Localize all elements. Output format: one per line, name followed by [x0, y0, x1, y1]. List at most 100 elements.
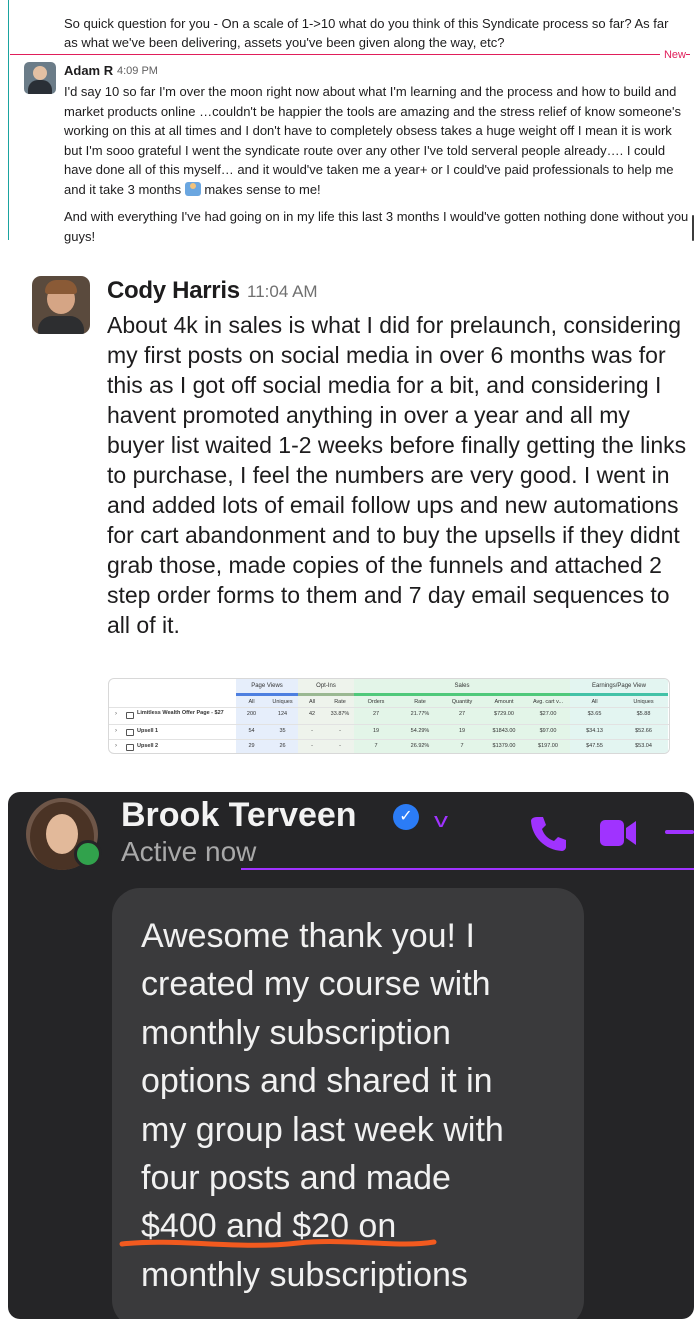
column-header[interactable]: All — [570, 699, 619, 705]
table-cell: - — [339, 743, 341, 749]
table-cell: 27 — [458, 711, 466, 717]
sales-bar — [354, 693, 570, 696]
column-header[interactable]: Rate — [398, 699, 442, 705]
mail-icon — [126, 712, 134, 719]
table-cell: 7 — [374, 743, 378, 749]
message-line: four posts and made — [141, 1159, 451, 1198]
message-line: monthly subscription — [141, 1013, 451, 1052]
question-message: So quick question for you - On a scale o… — [64, 16, 669, 50]
table-cell: $47.55 — [586, 743, 603, 749]
table-row[interactable]: › Upsell 2 29 26 - - 7 26.92% 7 $1379.00… — [109, 740, 669, 753]
header-underline — [241, 868, 694, 870]
table-cell: 42 — [308, 711, 316, 717]
messenger-chat: Brook Terveen ✓ v Active now Awesome tha… — [8, 792, 694, 1319]
table-row[interactable]: › Limitless Wealth Offer Page - $27 200 … — [109, 708, 669, 724]
earnings-bar — [570, 693, 668, 696]
new-messages-divider — [10, 54, 690, 55]
table-cell: - — [311, 743, 313, 749]
author-name[interactable]: Cody Harris — [107, 277, 240, 305]
scrollbar[interactable] — [692, 215, 694, 241]
message-line: options and shared it in — [141, 1062, 493, 1101]
column-header[interactable]: Orders — [354, 699, 398, 705]
table-cell: 35 — [279, 728, 286, 734]
table-cell: $729.00 — [494, 711, 514, 717]
new-messages-label: New — [659, 49, 686, 61]
column-header[interactable]: All — [236, 699, 267, 705]
table-cell: 19 — [372, 728, 380, 734]
column-header[interactable]: All — [298, 699, 326, 705]
table-cell: 26 — [279, 743, 286, 749]
row-label: Upsell 2 — [137, 743, 159, 749]
verified-badge-icon: ✓ — [393, 804, 419, 830]
author-name[interactable]: Adam R — [64, 63, 113, 78]
opt-ins-bar — [298, 693, 354, 696]
table-cell: $197.00 — [538, 743, 558, 749]
expand-chevron-icon[interactable]: › — [115, 743, 117, 749]
table-cell: $1379.00 — [492, 743, 516, 749]
message-body: I'd say 10 so far I'm over the moon righ… — [64, 82, 689, 254]
message-text: makes sense to me! — [204, 181, 321, 197]
table-cell: 26.92% — [410, 743, 430, 749]
group-header-opt-ins: Opt-Ins — [316, 683, 336, 689]
group-header-sales: Sales — [454, 683, 470, 689]
message-text: I'd say 10 so far I'm over the moon righ… — [64, 84, 682, 197]
message-line: monthly subscriptions — [141, 1255, 468, 1294]
table-cell: $1843.00 — [492, 728, 516, 734]
avatar[interactable] — [32, 276, 90, 334]
column-header[interactable]: Uniques — [619, 699, 668, 705]
video-call-icon[interactable] — [598, 814, 638, 852]
table-cell: $53.04 — [635, 743, 652, 749]
message-timestamp[interactable]: 11:04 AM — [247, 282, 318, 302]
thread-rule — [8, 0, 9, 240]
row-label: Limitless Wealth Offer Page - $27 — [137, 710, 224, 716]
message-paragraph: And with everything I've had going on in… — [64, 209, 689, 244]
table-cell: $34.13 — [586, 728, 603, 734]
row-label: Upsell 1 — [137, 728, 159, 734]
chevron-down-icon[interactable]: v — [434, 810, 448, 833]
table-cell: 7 — [460, 743, 464, 749]
mail-icon — [126, 729, 134, 736]
online-status-dot — [74, 840, 102, 868]
table-cell: - — [339, 728, 341, 734]
more-options-icon[interactable] — [665, 830, 694, 834]
table-cell: 54.29% — [410, 728, 430, 734]
message-line: my group last week with — [141, 1110, 504, 1149]
message-timestamp[interactable]: 4:09 PM — [117, 65, 158, 77]
message-line: Awesome thank you! I — [141, 917, 475, 955]
group-header-page-views: Page Views — [251, 683, 283, 689]
column-header[interactable]: Avg. cart v... — [526, 699, 570, 705]
expand-chevron-icon[interactable]: › — [115, 728, 117, 734]
expand-chevron-icon[interactable]: › — [115, 711, 117, 717]
column-header[interactable]: Uniques — [267, 699, 298, 705]
person-at-laptop-emoji — [184, 181, 201, 196]
message-paragraph: I'd say 10 so far I'm over the moon righ… — [64, 82, 689, 199]
table-cell: 21.77% — [410, 711, 430, 717]
avatar[interactable] — [24, 62, 56, 94]
table-cell: 200 — [246, 711, 257, 717]
table-cell: 27 — [372, 711, 380, 717]
contact-name[interactable]: Brook Terveen — [121, 796, 357, 835]
table-cell: - — [311, 728, 313, 734]
table-cell: $52.66 — [635, 728, 652, 734]
slack-thread: So quick question for you - On a scale o… — [0, 0, 700, 245]
page-views-bar — [236, 693, 298, 696]
column-header[interactable]: Quantity — [442, 699, 482, 705]
column-header[interactable]: Rate — [326, 699, 354, 705]
table-cell: 33.87% — [330, 711, 350, 717]
column-header[interactable]: Amount — [482, 699, 526, 705]
table-cell: 54 — [248, 728, 255, 734]
sales-stats-table: Page Views Opt-Ins Sales Earnings/Page V… — [108, 678, 670, 754]
message-body: About 4k in sales is what I did for prel… — [107, 312, 687, 638]
table-cell: 124 — [277, 711, 288, 717]
table-cell: 29 — [248, 743, 255, 749]
handwritten-underline-mark — [119, 1239, 437, 1248]
mail-icon — [126, 744, 134, 751]
table-cell: 19 — [458, 728, 466, 734]
table-cell: $3.65 — [587, 711, 602, 717]
cody-message: Cody Harris 11:04 AM About 4k in sales i… — [0, 262, 700, 767]
message-line: created my course with — [141, 965, 491, 1004]
phone-call-icon[interactable] — [528, 814, 568, 852]
group-header-earnings: Earnings/Page View — [592, 683, 646, 689]
table-cell: $5.88 — [636, 711, 651, 717]
active-status: Active now — [121, 836, 257, 867]
